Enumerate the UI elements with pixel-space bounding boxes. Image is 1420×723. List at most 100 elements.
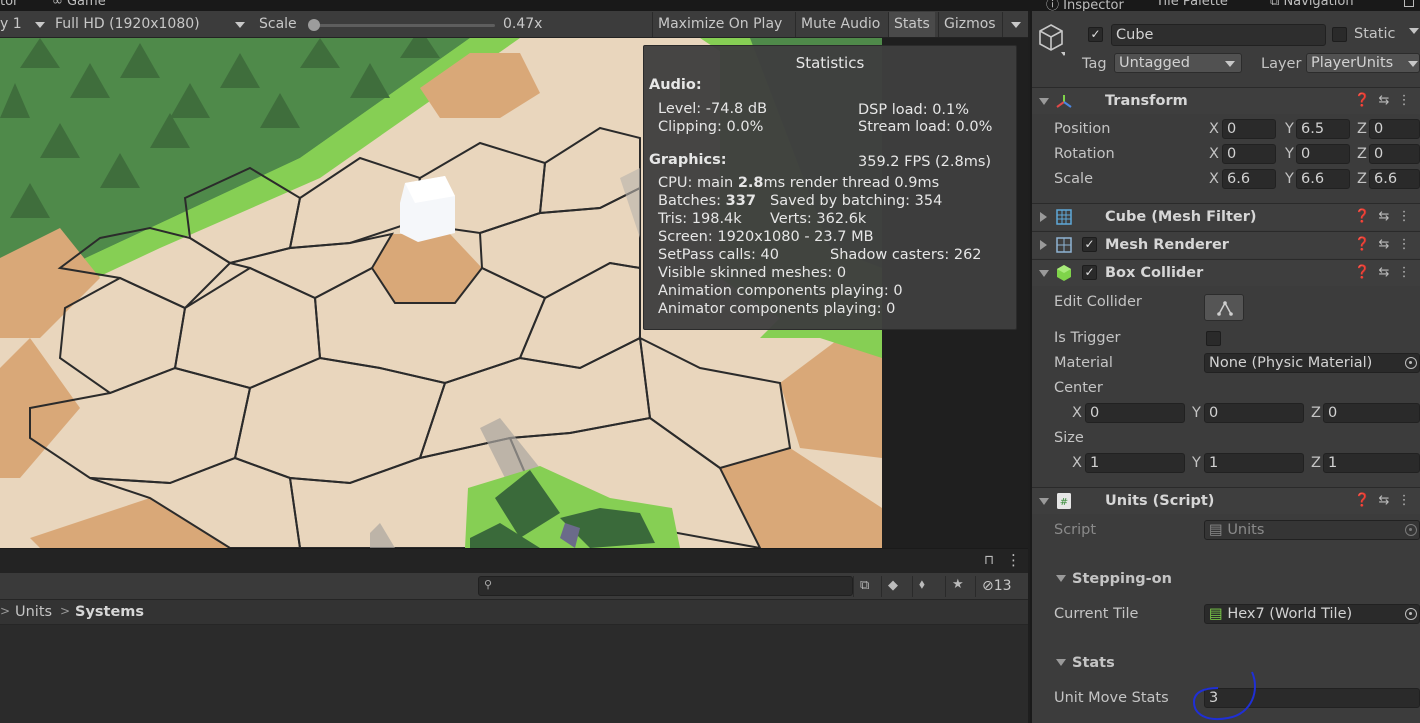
object-active-checkbox[interactable]: ✓ (1088, 27, 1103, 42)
static-checkbox[interactable] (1332, 27, 1347, 42)
object-name-field[interactable]: Cube (1111, 24, 1326, 46)
axis-x-label[interactable]: X (1209, 146, 1219, 162)
filter-by-type-button[interactable]: ◆ (881, 576, 907, 597)
scale-slider-track[interactable] (313, 24, 495, 27)
preset-icon[interactable]: ⇆ (1378, 493, 1389, 508)
axis-x-label[interactable]: X (1209, 171, 1219, 187)
object-picker-icon[interactable] (1405, 608, 1417, 620)
help-icon[interactable]: ❓ (1354, 209, 1370, 224)
preset-icon[interactable]: ⇆ (1378, 93, 1389, 108)
more-options-icon[interactable]: ⋮ (1398, 209, 1411, 224)
gizmos-button[interactable]: Gizmos (938, 12, 1001, 37)
chevron-down-icon[interactable] (1409, 28, 1419, 34)
preset-icon[interactable]: ⇆ (1378, 237, 1389, 252)
stats-button[interactable]: Stats (888, 12, 935, 37)
gizmos-dropdown[interactable] (1002, 12, 1028, 37)
size-z-field[interactable]: 1 (1323, 453, 1420, 473)
preset-icon[interactable]: ⇆ (1378, 209, 1389, 224)
material-field[interactable]: None (Physic Material) (1204, 353, 1420, 373)
axis-z-label[interactable]: Z (1311, 405, 1321, 421)
size-y-field[interactable]: 1 (1204, 453, 1304, 473)
axis-y-label[interactable]: Y (1192, 405, 1201, 421)
size-x-field[interactable]: 1 (1085, 453, 1185, 473)
tab-inspector[interactable]: ⓘ Inspector (1046, 0, 1124, 11)
box-collider-header[interactable]: ✓ Box Collider ❓ ⇆ ⋮ (1032, 259, 1420, 286)
display-dropdown[interactable]: y 1 (0, 13, 48, 36)
preset-icon[interactable]: ⇆ (1378, 265, 1389, 280)
axis-y-label[interactable]: Y (1285, 121, 1294, 137)
foldout-open-icon[interactable] (1056, 575, 1066, 582)
more-options-icon[interactable]: ⋮ (1398, 493, 1411, 508)
chevron-down-icon (35, 22, 45, 28)
axis-z-label[interactable]: Z (1357, 171, 1367, 187)
object-picker-icon[interactable] (1405, 357, 1417, 369)
units-script-header[interactable]: # Units (Script) ❓ ⇆ ⋮ (1032, 487, 1420, 514)
foldout-closed-icon[interactable] (1040, 212, 1047, 222)
help-icon[interactable]: ❓ (1354, 93, 1370, 108)
project-search-input[interactable]: ⚲ (478, 576, 853, 596)
hidden-packages-toggle[interactable]: ⊘13 (975, 576, 1025, 597)
mesh-filter-header[interactable]: Cube (Mesh Filter) ❓ ⇆ ⋮ (1032, 203, 1420, 230)
tab-console[interactable]: tor (0, 0, 18, 11)
more-options-icon[interactable]: ⋮ (1398, 237, 1411, 252)
tab-game[interactable]: ∞ Game (52, 0, 106, 11)
breadcrumb-item-units[interactable]: Units (15, 604, 52, 620)
axis-z-label[interactable]: Z (1311, 455, 1321, 471)
scale-z-field[interactable]: 6.6 (1369, 169, 1420, 189)
scale-x-field[interactable]: 6.6 (1222, 169, 1276, 189)
maximize-on-play-button[interactable]: Maximize On Play (652, 12, 787, 37)
rotation-x-field[interactable]: 0 (1222, 144, 1276, 164)
axis-x-label[interactable]: X (1209, 121, 1219, 137)
resolution-dropdown[interactable]: Full HD (1920x1080) (55, 13, 250, 36)
more-options-icon[interactable]: ⋮ (1006, 551, 1021, 569)
position-x-field[interactable]: 0 (1222, 119, 1276, 139)
more-options-icon[interactable]: ⋮ (1398, 265, 1411, 280)
search-by-type-button[interactable]: ⧉ (853, 576, 879, 597)
tab-navigation[interactable]: ⧉ Navigation (1270, 0, 1354, 11)
foldout-open-icon[interactable] (1039, 270, 1049, 277)
help-icon[interactable]: ❓ (1354, 493, 1370, 508)
axis-y-label[interactable]: Y (1285, 146, 1294, 162)
foldout-closed-icon[interactable] (1040, 240, 1047, 250)
position-z-field[interactable]: 0 (1369, 119, 1420, 139)
transform-header[interactable]: Transform ❓ ⇆ ⋮ (1032, 87, 1420, 114)
position-y-field[interactable]: 6.5 (1296, 119, 1350, 139)
center-z-field[interactable]: 0 (1323, 403, 1420, 423)
axis-y-label[interactable]: Y (1192, 455, 1201, 471)
stats-header[interactable]: Stats (1072, 655, 1115, 671)
rotation-z-field[interactable]: 0 (1369, 144, 1420, 164)
foldout-open-icon[interactable] (1039, 498, 1049, 505)
center-x-field[interactable]: 0 (1085, 403, 1185, 423)
current-tile-field[interactable]: ▤ Hex7 (World Tile) (1204, 604, 1420, 624)
is-trigger-checkbox[interactable] (1206, 331, 1221, 346)
help-icon[interactable]: ❓ (1354, 237, 1370, 252)
axis-z-label[interactable]: Z (1357, 121, 1367, 137)
mute-audio-button[interactable]: Mute Audio (795, 12, 885, 37)
mesh-renderer-enabled-checkbox[interactable]: ✓ (1082, 237, 1097, 252)
layer-dropdown[interactable]: PlayerUnits (1306, 53, 1420, 73)
center-y-field[interactable]: 0 (1204, 403, 1304, 423)
stepping-on-header[interactable]: Stepping-on (1072, 571, 1172, 587)
scale-y-field[interactable]: 6.6 (1296, 169, 1350, 189)
favorites-button[interactable]: ★ (945, 576, 971, 597)
box-collider-enabled-checkbox[interactable]: ✓ (1082, 265, 1097, 280)
mesh-renderer-header[interactable]: ✓ Mesh Renderer ❓ ⇆ ⋮ (1032, 231, 1420, 258)
maximize-window-icon[interactable] (1404, 0, 1414, 7)
foldout-open-icon[interactable] (1056, 659, 1066, 666)
tab-tile-palette[interactable]: Tile Palette (1156, 0, 1228, 11)
edit-collider-button[interactable] (1204, 294, 1244, 321)
axis-x-label[interactable]: X (1072, 455, 1082, 471)
breadcrumb-item-systems[interactable]: Systems (75, 604, 144, 620)
axis-y-label[interactable]: Y (1285, 171, 1294, 187)
filter-by-label-button[interactable]: ⬧ (912, 576, 938, 597)
foldout-open-icon[interactable] (1039, 98, 1049, 105)
lock-icon[interactable]: ⊓ (984, 553, 994, 568)
tag-dropdown[interactable]: Untagged (1114, 53, 1242, 73)
axis-z-label[interactable]: Z (1357, 146, 1367, 162)
rotation-label: Rotation (1054, 146, 1115, 162)
axis-x-label[interactable]: X (1072, 405, 1082, 421)
scale-slider-thumb[interactable] (308, 19, 320, 31)
help-icon[interactable]: ❓ (1354, 265, 1370, 280)
more-options-icon[interactable]: ⋮ (1398, 93, 1411, 108)
rotation-y-field[interactable]: 0 (1296, 144, 1350, 164)
